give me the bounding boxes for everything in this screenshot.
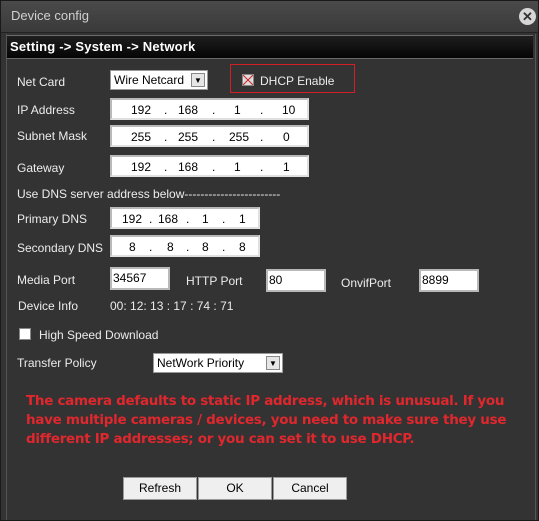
device-info-value: 00: 12: 13 : 17 : 74 : 71 [110,299,234,313]
device-config-window: Device config ✕ Setting -> System -> Net… [0,0,539,521]
octet: 8 [239,240,246,254]
x-mark-icon [243,75,253,85]
close-icon[interactable]: ✕ [519,8,536,25]
subnet-mask-field[interactable]: 255 . 255 . 255 . 0 [110,125,309,147]
secondary-dns-label: Secondary DNS [17,241,104,255]
window-title: Device config [11,8,90,23]
octet: 192 [131,160,152,174]
octet: 0 [283,130,290,144]
dns-header: Use DNS server address below------------… [17,187,281,201]
transfer-policy-select[interactable]: NetWork Priority ▼ [153,353,283,373]
gateway-label: Gateway [17,161,65,175]
title-bar[interactable]: Device config ✕ [1,1,538,33]
http-port-input[interactable]: 80 [266,269,326,292]
transfer-policy-label: Transfer Policy [17,356,97,370]
refresh-button[interactable]: Refresh [123,477,197,500]
chevron-down-icon[interactable]: ▼ [191,73,205,87]
net-card-value: Wire Netcard [114,73,185,87]
octet: 1 [234,103,241,117]
http-port-label: HTTP Port [186,274,243,288]
octet: 10 [282,103,296,117]
octet: 1 [234,160,241,174]
breadcrumb-text: Setting -> System -> Network [10,39,196,54]
octet: 168 [178,160,199,174]
octet: 255 [131,130,152,144]
gateway-field[interactable]: 192 . 168 . 1 . 1 [110,155,309,177]
ip-address-label: IP Address [17,103,75,117]
dhcp-checkbox[interactable] [242,74,254,86]
primary-dns-label: Primary DNS [17,212,88,226]
octet: 192 [122,212,143,226]
cancel-button[interactable]: Cancel [273,477,347,500]
high-speed-checkbox[interactable] [19,328,31,340]
media-port-input[interactable]: 34567 [110,267,170,290]
onvif-port-label: OnvifPort [341,276,392,290]
octet: 168 [178,103,199,117]
octet: 8 [129,240,136,254]
dhcp-label: DHCP Enable [260,74,335,88]
media-port-label: Media Port [17,273,76,287]
octet: 168 [158,212,179,226]
subnet-mask-label: Subnet Mask [17,129,88,143]
high-speed-label: High Speed Download [39,328,159,342]
breadcrumb: Setting -> System -> Network [7,35,533,59]
chevron-down-icon[interactable]: ▼ [266,356,280,370]
device-info-label: Device Info [18,299,79,313]
net-card-label: Net Card [17,75,66,89]
octet: 1 [202,212,209,226]
octet: 1 [239,212,246,226]
ok-button[interactable]: OK [198,477,272,500]
octet: 192 [131,103,152,117]
octet: 1 [283,160,290,174]
octet: 255 [178,130,199,144]
net-card-select[interactable]: Wire Netcard ▼ [110,70,208,90]
onvif-port-input[interactable]: 8899 [419,269,479,292]
ip-address-field[interactable]: 192 . 168 . 1 . 10 [110,98,309,120]
octet: 8 [167,240,174,254]
annotation-note: The camera defaults to static IP address… [26,393,507,447]
octet: 255 [229,130,250,144]
transfer-policy-value: NetWork Priority [157,356,245,370]
primary-dns-field[interactable]: 192 . 168 . 1 . 1 [110,207,260,229]
octet: 8 [202,240,209,254]
secondary-dns-field[interactable]: 8 . 8 . 8 . 8 [110,235,260,257]
